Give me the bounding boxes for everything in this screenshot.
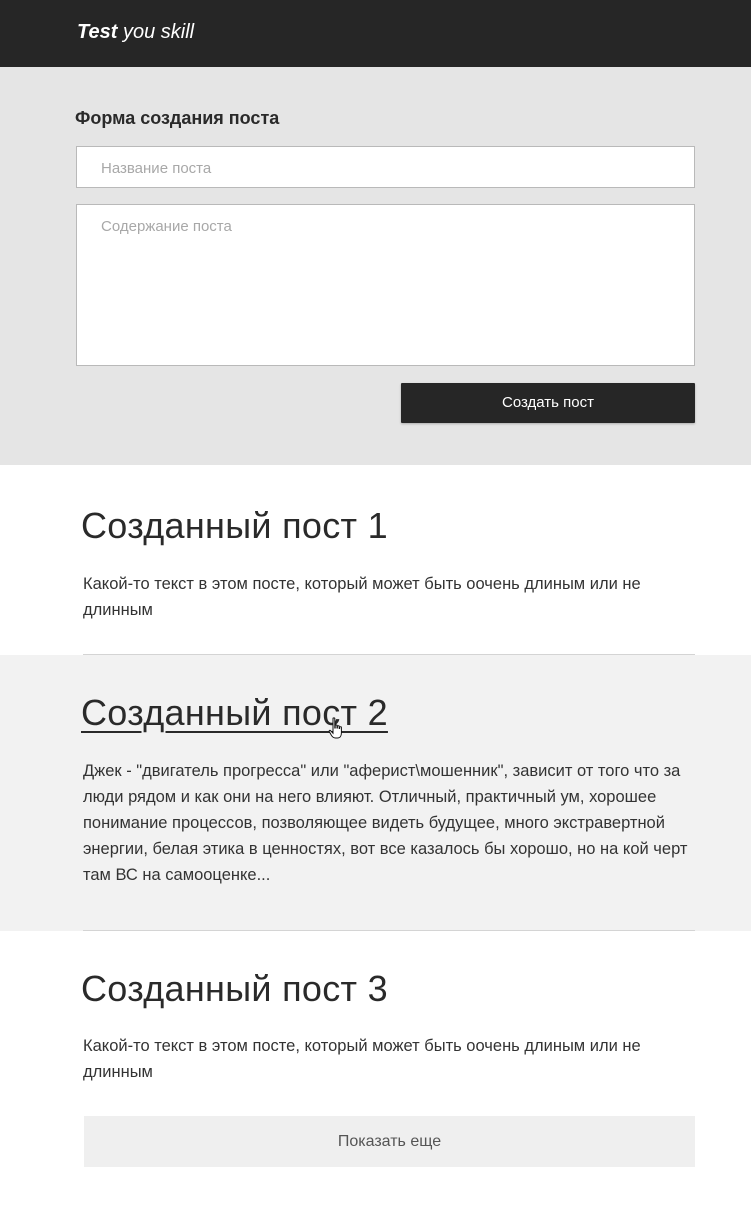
post-item: Созданный пост 1 Какой-то текст в этом п… <box>0 465 751 655</box>
form-title: Форма создания поста <box>75 108 280 128</box>
hand-pointer-icon <box>328 717 342 739</box>
post-item-hovered: Созданный пост 2 Джек - "двигатель прогр… <box>0 655 751 931</box>
post-item: Созданный пост 3 Какой-то текст в этом п… <box>0 931 751 1101</box>
post-title-input[interactable]: Название поста <box>76 146 695 188</box>
post-text: Какой-то текст в этом посте, который мож… <box>83 1037 641 1081</box>
logo-rest: you skill <box>117 21 195 43</box>
post-title-link[interactable]: Созданный пост 3 <box>81 968 388 1010</box>
post-text: Джек - "двигатель прогресса" или "аферис… <box>83 762 688 884</box>
create-post-button[interactable]: Создать пост <box>401 383 695 423</box>
post-title-placeholder: Название поста <box>101 160 212 177</box>
post-content-placeholder: Содержание поста <box>101 218 232 235</box>
post-text: Какой-то текст в этом посте, который мож… <box>83 575 641 619</box>
post-create-form: Форма создания поста Название поста Соде… <box>0 67 751 465</box>
logo-bold: Test <box>77 21 118 43</box>
logo[interactable]: Test you skill <box>77 21 194 44</box>
top-header: Test you skill <box>0 0 751 67</box>
show-more-button[interactable]: Показать еще <box>84 1116 695 1167</box>
post-title-link[interactable]: Созданный пост 1 <box>81 505 388 547</box>
post-content-textarea[interactable]: Содержание поста <box>76 204 695 366</box>
